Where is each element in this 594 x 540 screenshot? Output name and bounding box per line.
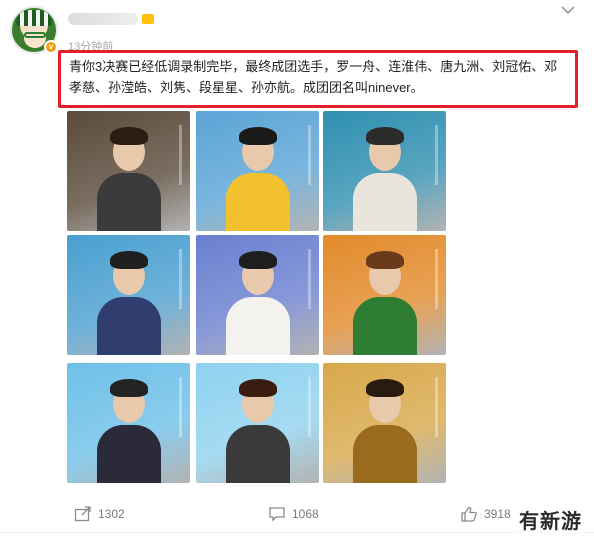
vip-crown-icon <box>142 14 154 24</box>
post-photo[interactable] <box>67 235 190 355</box>
photo-light-stripe <box>435 249 438 309</box>
photo-light-stripe <box>308 125 311 185</box>
photo-light-stripe <box>179 125 182 185</box>
like-button[interactable]: 3918 <box>460 506 511 522</box>
post-photo[interactable] <box>196 363 319 483</box>
verified-badge-icon: v <box>44 40 58 54</box>
person-hair <box>239 379 277 397</box>
thumbs-up-icon <box>460 506 478 522</box>
photo-light-stripe <box>435 377 438 437</box>
person-body <box>226 173 290 231</box>
watermark-logo: 有新游 <box>517 505 584 534</box>
avatar-cap <box>16 10 52 26</box>
action-bar: 1302 1068 3918 <box>0 498 594 532</box>
person-hair <box>110 127 148 145</box>
post-photo[interactable] <box>323 363 446 483</box>
repost-button[interactable]: 1302 <box>74 506 125 522</box>
avatar-face <box>24 28 46 48</box>
repost-count: 1302 <box>98 507 125 521</box>
person-hair <box>110 251 148 269</box>
person-body <box>97 425 161 483</box>
photo-light-stripe <box>179 249 182 309</box>
photo-light-stripe <box>179 377 182 437</box>
post-text-highlighted: 青你3决赛已经低调录制完毕，最终成团选手，罗一舟、连淮伟、唐九洲、刘冠佑、邓孝慈… <box>58 50 578 108</box>
post-photo[interactable] <box>323 235 446 355</box>
post-photo[interactable] <box>67 111 190 231</box>
person-body <box>97 297 161 355</box>
share-icon <box>74 506 92 522</box>
username-blurred[interactable] <box>68 12 158 28</box>
chevron-down-icon[interactable] <box>560 4 576 16</box>
photo-light-stripe <box>435 125 438 185</box>
person-body <box>226 425 290 483</box>
avatar-glasses <box>24 32 46 38</box>
photo-light-stripe <box>308 377 311 437</box>
person-hair <box>239 251 277 269</box>
comment-button[interactable]: 1068 <box>268 506 319 522</box>
post-photo[interactable] <box>323 111 446 231</box>
person-body <box>353 425 417 483</box>
person-body <box>226 297 290 355</box>
divider <box>0 532 594 533</box>
post-photo[interactable] <box>67 363 190 483</box>
username-blur <box>68 13 138 25</box>
person-body <box>97 173 161 231</box>
person-hair <box>366 379 404 397</box>
photo-light-stripe <box>308 249 311 309</box>
comment-count: 1068 <box>292 507 319 521</box>
person-body <box>353 297 417 355</box>
person-hair <box>239 127 277 145</box>
person-hair <box>110 379 148 397</box>
post-photo[interactable] <box>196 235 319 355</box>
person-hair <box>366 127 404 145</box>
like-count: 3918 <box>484 507 511 521</box>
person-hair <box>366 251 404 269</box>
person-body <box>353 173 417 231</box>
post-photo[interactable] <box>196 111 319 231</box>
comment-icon <box>268 506 286 522</box>
